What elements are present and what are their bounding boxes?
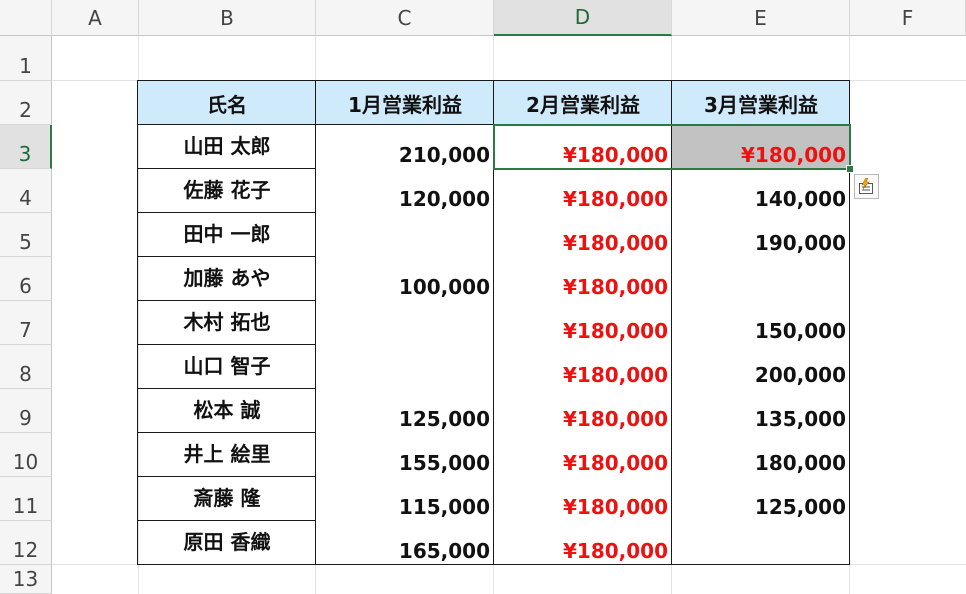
header-mar-profit[interactable]: 3月営業利益 xyxy=(672,81,850,125)
cell-mar[interactable]: 200,000 xyxy=(672,345,850,389)
cell-feb[interactable]: ¥180,000 xyxy=(494,257,672,301)
cell-name[interactable]: 山田 太郎 xyxy=(138,125,316,169)
cell-name[interactable]: 原田 香織 xyxy=(138,521,316,565)
column-header-f[interactable]: F xyxy=(850,0,966,36)
table-border xyxy=(137,300,316,301)
cell-jan[interactable]: 210,000 xyxy=(316,125,494,169)
cell-jan[interactable]: 125,000 xyxy=(316,389,494,433)
cell-jan[interactable]: 115,000 xyxy=(316,477,494,521)
select-all-corner[interactable] xyxy=(0,0,52,36)
column-header-d[interactable]: D xyxy=(494,0,672,36)
cell-feb[interactable]: ¥180,000 xyxy=(494,433,672,477)
table-border xyxy=(137,520,316,521)
table-border xyxy=(137,256,316,257)
cell-mar[interactable]: 125,000 xyxy=(672,477,850,521)
column-header-e[interactable]: E xyxy=(672,0,850,36)
cell-mar[interactable]: 140,000 xyxy=(672,169,850,213)
cell-jan[interactable]: 100,000 xyxy=(316,257,494,301)
table-border xyxy=(137,80,138,565)
cell-name[interactable]: 山口 智子 xyxy=(138,345,316,389)
cell-mar[interactable]: 135,000 xyxy=(672,389,850,433)
row-header-4[interactable]: 4 xyxy=(0,169,52,213)
cell-feb[interactable]: ¥180,000 xyxy=(494,389,672,433)
table-border xyxy=(315,80,316,565)
cell-feb[interactable]: ¥180,000 xyxy=(494,345,672,389)
row-header-6[interactable]: 6 xyxy=(0,257,52,301)
cell-jan[interactable] xyxy=(316,301,494,345)
table-border xyxy=(137,168,316,169)
cell-feb[interactable]: ¥180,000 xyxy=(494,521,672,565)
column-header-c[interactable]: C xyxy=(316,0,494,36)
cell-mar[interactable]: 150,000 xyxy=(672,301,850,345)
row-header-7[interactable]: 7 xyxy=(0,301,52,345)
cell-feb[interactable]: ¥180,000 xyxy=(494,477,672,521)
row-header-12[interactable]: 12 xyxy=(0,521,52,565)
cell-jan[interactable]: 165,000 xyxy=(316,521,494,565)
cell-jan[interactable]: 155,000 xyxy=(316,433,494,477)
cell-name[interactable]: 木村 拓也 xyxy=(138,301,316,345)
cell-name[interactable]: 加藤 あや xyxy=(138,257,316,301)
fill-handle[interactable] xyxy=(846,165,854,173)
row-header-10[interactable]: 10 xyxy=(0,433,52,477)
cell-feb[interactable]: ¥180,000 xyxy=(494,169,672,213)
table-border xyxy=(137,564,850,565)
cell-name[interactable]: 斎藤 隆 xyxy=(138,477,316,521)
quick-analysis-button[interactable] xyxy=(854,174,879,199)
row-header-1[interactable]: 1 xyxy=(0,36,52,81)
spreadsheet-grid[interactable]: A B C D E F 1 2 3 4 5 6 7 8 9 10 11 12 1… xyxy=(0,0,966,594)
table-border xyxy=(137,344,316,345)
header-name[interactable]: 氏名 xyxy=(138,81,316,125)
row-header-11[interactable]: 11 xyxy=(0,477,52,521)
cell-mar[interactable]: 190,000 xyxy=(672,213,850,257)
row-header-2[interactable]: 2 xyxy=(0,81,52,125)
header-feb-profit[interactable]: 2月営業利益 xyxy=(494,81,672,125)
row-header-3[interactable]: 3 xyxy=(0,125,52,169)
cell-jan[interactable] xyxy=(316,345,494,389)
column-header-b[interactable]: B xyxy=(139,0,316,36)
row-header-13[interactable]: 13 xyxy=(0,565,52,594)
cell-feb[interactable]: ¥180,000 xyxy=(494,213,672,257)
cell-name[interactable]: 松本 誠 xyxy=(138,389,316,433)
cell-selection[interactable] xyxy=(493,124,851,170)
cell-feb[interactable]: ¥180,000 xyxy=(494,301,672,345)
cell-name[interactable]: 佐藤 花子 xyxy=(138,169,316,213)
row-header-5[interactable]: 5 xyxy=(0,213,52,257)
cell-jan[interactable] xyxy=(316,213,494,257)
cell-jan[interactable]: 120,000 xyxy=(316,169,494,213)
cell-mar[interactable] xyxy=(672,257,850,301)
cell-name[interactable]: 田中 一郎 xyxy=(138,213,316,257)
cell-name[interactable]: 井上 絵里 xyxy=(138,433,316,477)
cell-mar[interactable]: 180,000 xyxy=(672,433,850,477)
table-border xyxy=(137,212,316,213)
table-border xyxy=(137,432,316,433)
row-header-9[interactable]: 9 xyxy=(0,389,52,433)
table-border xyxy=(137,388,316,389)
table-border xyxy=(137,80,850,81)
cell-mar[interactable] xyxy=(672,521,850,565)
header-jan-profit[interactable]: 1月営業利益 xyxy=(316,81,494,125)
quick-analysis-icon xyxy=(858,177,875,195)
column-header-a[interactable]: A xyxy=(52,0,139,36)
row-header-8[interactable]: 8 xyxy=(0,345,52,389)
table-border xyxy=(137,476,316,477)
